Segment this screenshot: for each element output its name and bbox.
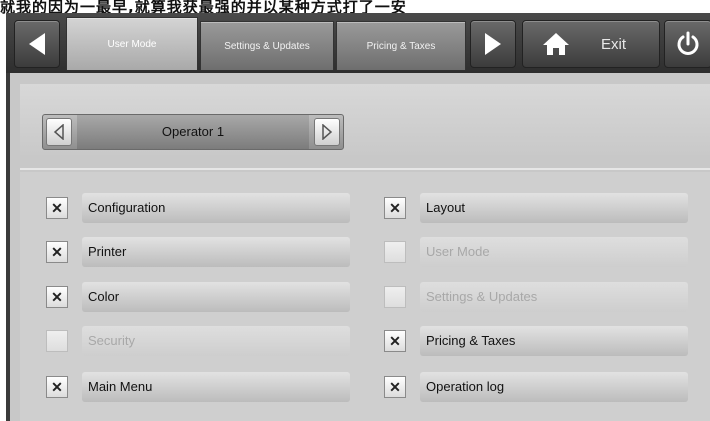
permission-label: Configuration xyxy=(82,193,350,223)
checkbox[interactable]: ✕ xyxy=(384,330,406,352)
section-divider xyxy=(20,168,710,170)
permission-label: Operation log xyxy=(420,372,688,402)
prev-operator-button[interactable] xyxy=(46,118,72,146)
checkbox[interactable]: ✕ xyxy=(46,376,68,398)
tab-user-mode[interactable]: User Mode xyxy=(66,17,198,70)
tab-settings-updates[interactable]: Settings & Updates xyxy=(200,21,334,70)
permission-operation-log[interactable]: ✕ Operation log xyxy=(384,372,688,402)
checkbox[interactable] xyxy=(46,330,68,352)
checkbox[interactable] xyxy=(384,241,406,263)
exit-button[interactable]: Exit xyxy=(522,20,660,68)
right-triangle-icon xyxy=(322,124,333,140)
permission-label: Printer xyxy=(82,237,350,267)
permission-printer[interactable]: ✕ Printer xyxy=(46,237,350,267)
exit-label: Exit xyxy=(601,35,627,53)
permission-user-mode[interactable]: User Mode xyxy=(384,237,688,267)
permission-security[interactable]: Security xyxy=(46,326,350,356)
permission-label: Security xyxy=(82,326,350,356)
permission-main-menu[interactable]: ✕ Main Menu xyxy=(46,372,350,402)
permission-label: Pricing & Taxes xyxy=(420,326,688,356)
tab-label: Pricing & Taxes xyxy=(366,40,436,52)
permission-label: Layout xyxy=(420,193,688,223)
operator-name: Operator 1 xyxy=(77,115,309,149)
permission-label: Main Menu xyxy=(82,372,350,402)
home-icon xyxy=(543,33,569,55)
forward-button[interactable] xyxy=(470,20,516,68)
permission-settings-updates[interactable]: Settings & Updates xyxy=(384,282,688,312)
checkbox[interactable]: ✕ xyxy=(384,376,406,398)
permission-label: Settings & Updates xyxy=(420,282,688,312)
permission-color[interactable]: ✕ Color xyxy=(46,282,350,312)
tab-pricing-taxes[interactable]: Pricing & Taxes xyxy=(336,21,466,70)
tab-label: Settings & Updates xyxy=(224,40,310,52)
permission-label: User Mode xyxy=(420,237,688,267)
operator-selector: Operator 1 xyxy=(42,114,344,150)
next-operator-button[interactable] xyxy=(314,118,340,146)
permission-label: Color xyxy=(82,282,350,312)
left-arrow-icon xyxy=(29,33,45,55)
checkbox[interactable]: ✕ xyxy=(46,197,68,219)
checkbox[interactable]: ✕ xyxy=(46,286,68,308)
checkbox[interactable]: ✕ xyxy=(46,241,68,263)
permission-configuration[interactable]: ✕ Configuration xyxy=(46,193,350,223)
left-triangle-icon xyxy=(53,124,64,140)
permission-pricing-taxes[interactable]: ✕ Pricing & Taxes xyxy=(384,326,688,356)
back-button[interactable] xyxy=(14,20,60,68)
right-arrow-icon xyxy=(485,33,501,55)
checkbox[interactable]: ✕ xyxy=(384,197,406,219)
power-button[interactable] xyxy=(664,20,710,68)
tab-label: User Mode xyxy=(107,38,157,50)
permission-layout[interactable]: ✕ Layout xyxy=(384,193,688,223)
power-icon xyxy=(677,31,699,55)
checkbox[interactable] xyxy=(384,286,406,308)
